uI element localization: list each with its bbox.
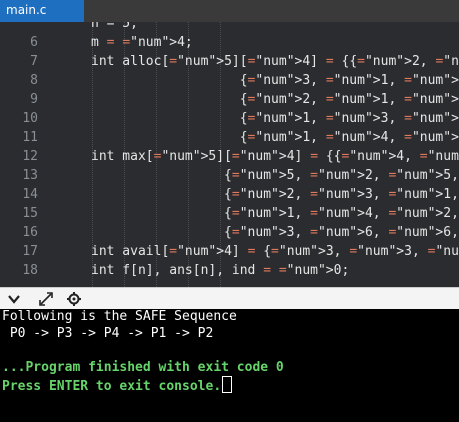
text-cursor	[222, 376, 233, 393]
code-line: {="num">1, ="num">4, ="num">2, ="num">4}…	[91, 206, 459, 221]
code-line: {="num">2, ="num">3, ="num">1, ="num">6}…	[91, 187, 459, 202]
line-number: 9	[30, 92, 38, 107]
code-line-partial: n = 5;	[91, 22, 138, 31]
chevron-down-icon[interactable]	[6, 291, 22, 307]
settings-icon[interactable]	[66, 291, 82, 307]
line-number: 15	[22, 206, 38, 221]
console-prompt-text: Press ENTER to exit console.	[2, 379, 222, 394]
line-number: 7	[30, 54, 38, 69]
line-number: 8	[30, 73, 38, 88]
code-line: int avail[="num">4] = {="num">3, ="num">…	[91, 244, 459, 259]
line-number: 17	[22, 244, 38, 259]
code-line: {="num">1, ="num">3, ="num">1, ="num">2}…	[91, 111, 459, 126]
tab-main-c[interactable]: main.c	[0, 0, 84, 22]
output-console[interactable]: Following is the SAFE Sequence P0 -> P3 …	[0, 309, 459, 422]
code-line: {="num">3, ="num">6, ="num">6, ="num">5}…	[91, 225, 459, 240]
line-number: 16	[22, 225, 38, 240]
code-line: int f[n], ans[n], ind = ="num">0;	[91, 263, 350, 278]
console-prompt-line: Press ENTER to exit console.	[2, 376, 233, 395]
line-number: 18	[22, 263, 38, 278]
code-line: {="num">5, ="num">2, ="num">5, ="num">2}…	[91, 168, 459, 183]
code-line: int max[="num">5][="num">4] = {{="num">4…	[91, 149, 459, 164]
code-line: {="num">3, ="num">1, ="num">2, ="num">1}…	[91, 73, 459, 88]
code-line: m = ="num">4;	[91, 35, 193, 50]
console-toolbar	[0, 287, 459, 309]
line-number: 6	[30, 35, 38, 50]
code-line: {="num">1, ="num">4, ="num">3, ="num">2}…	[91, 130, 459, 145]
line-number: 12	[22, 149, 38, 164]
tab-label: main.c	[6, 3, 47, 17]
line-number: 10	[22, 111, 38, 126]
line-number: 11	[22, 130, 38, 145]
code-line: {="num">2, ="num">1, ="num">0, ="num">3}…	[91, 92, 459, 107]
line-number: 14	[22, 187, 38, 202]
console-line: Following is the SAFE Sequence	[2, 309, 237, 324]
line-number: 13	[22, 168, 38, 183]
tab-bar: main.c	[0, 0, 459, 22]
expand-icon[interactable]	[38, 291, 54, 307]
exit-status-line: ...Program finished with exit code 0	[2, 360, 284, 375]
console-line: P0 -> P3 -> P4 -> P1 -> P2	[2, 326, 214, 341]
code-editor[interactable]: n = 5; 6 m = ="num">4; 7 int alloc[="num">5…	[0, 22, 459, 287]
code-line: int alloc[="num">5][="num">4] = {{="num"…	[91, 54, 459, 69]
